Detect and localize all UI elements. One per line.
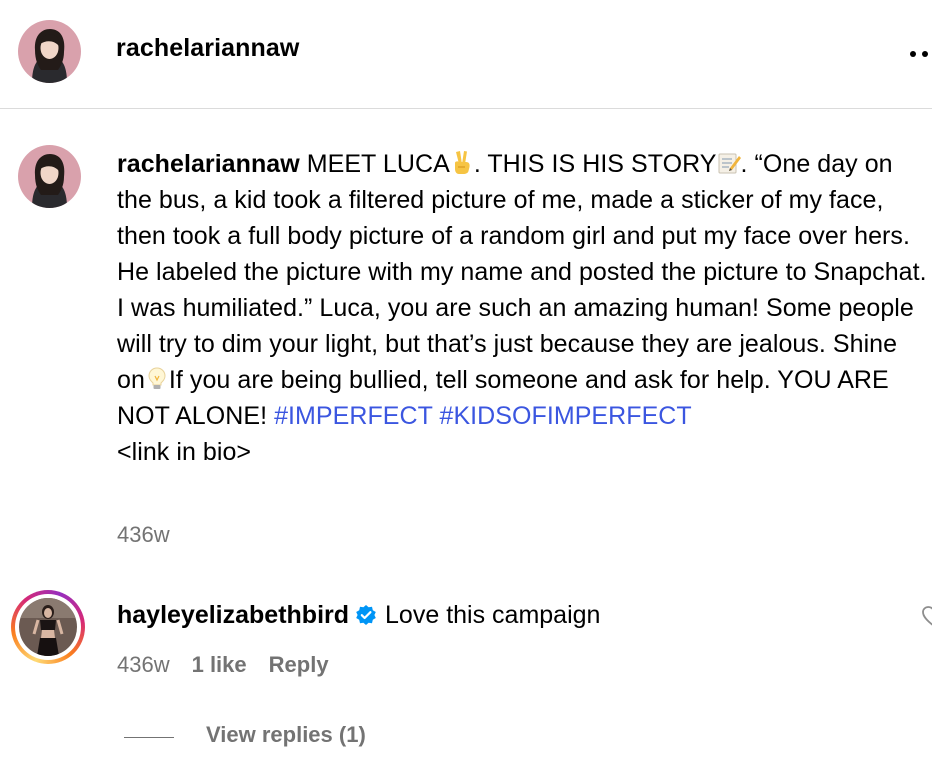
comment-text: hayleyelizabethbird Love this campaign [117,599,600,631]
view-replies-label: View replies (1) [206,722,366,747]
avatar[interactable] [19,598,77,656]
more-icon [910,51,916,57]
caption-text: rachelariannaw MEET LUCA . THIS IS HIS ST… [117,146,929,470]
heart-icon [922,606,932,626]
comment-username[interactable]: hayleyelizabethbird [117,601,349,629]
victory-hand-icon [450,148,474,176]
caption-segment: . “One day on the bus, a kid took a filt… [117,150,927,394]
hashtag-link[interactable]: #KIDSOFIMPERFECT [440,402,692,430]
story-ring[interactable] [11,590,85,664]
avatar[interactable] [18,145,81,208]
avatar[interactable] [18,20,81,83]
comment-timestamp[interactable]: 436w [117,652,170,677]
caption-username[interactable]: rachelariannaw [117,150,300,178]
caption-timestamp[interactable]: 436w [117,522,170,548]
verified-badge-icon [355,602,377,625]
caption-segment: . THIS IS HIS STORY [473,150,717,178]
memo-icon [717,148,741,176]
comment-likes-link[interactable]: 1 like [192,652,247,677]
post-author-username[interactable]: rachelariannaw [116,34,299,63]
comment-body: Love this campaign [385,601,601,629]
comment-meta: 436w 1 like Reply [117,652,329,678]
replies-divider [124,737,174,738]
post-header: rachelariannaw [0,0,932,109]
like-comment-button[interactable] [922,604,932,630]
hashtag-link[interactable]: #IMPERFECT [274,402,432,430]
caption-segment: MEET LUCA [299,150,450,178]
light-bulb-icon [145,364,169,392]
caption-segment: <link in bio> [117,438,252,466]
more-options-button[interactable] [906,40,932,66]
reply-button[interactable]: Reply [269,652,329,677]
